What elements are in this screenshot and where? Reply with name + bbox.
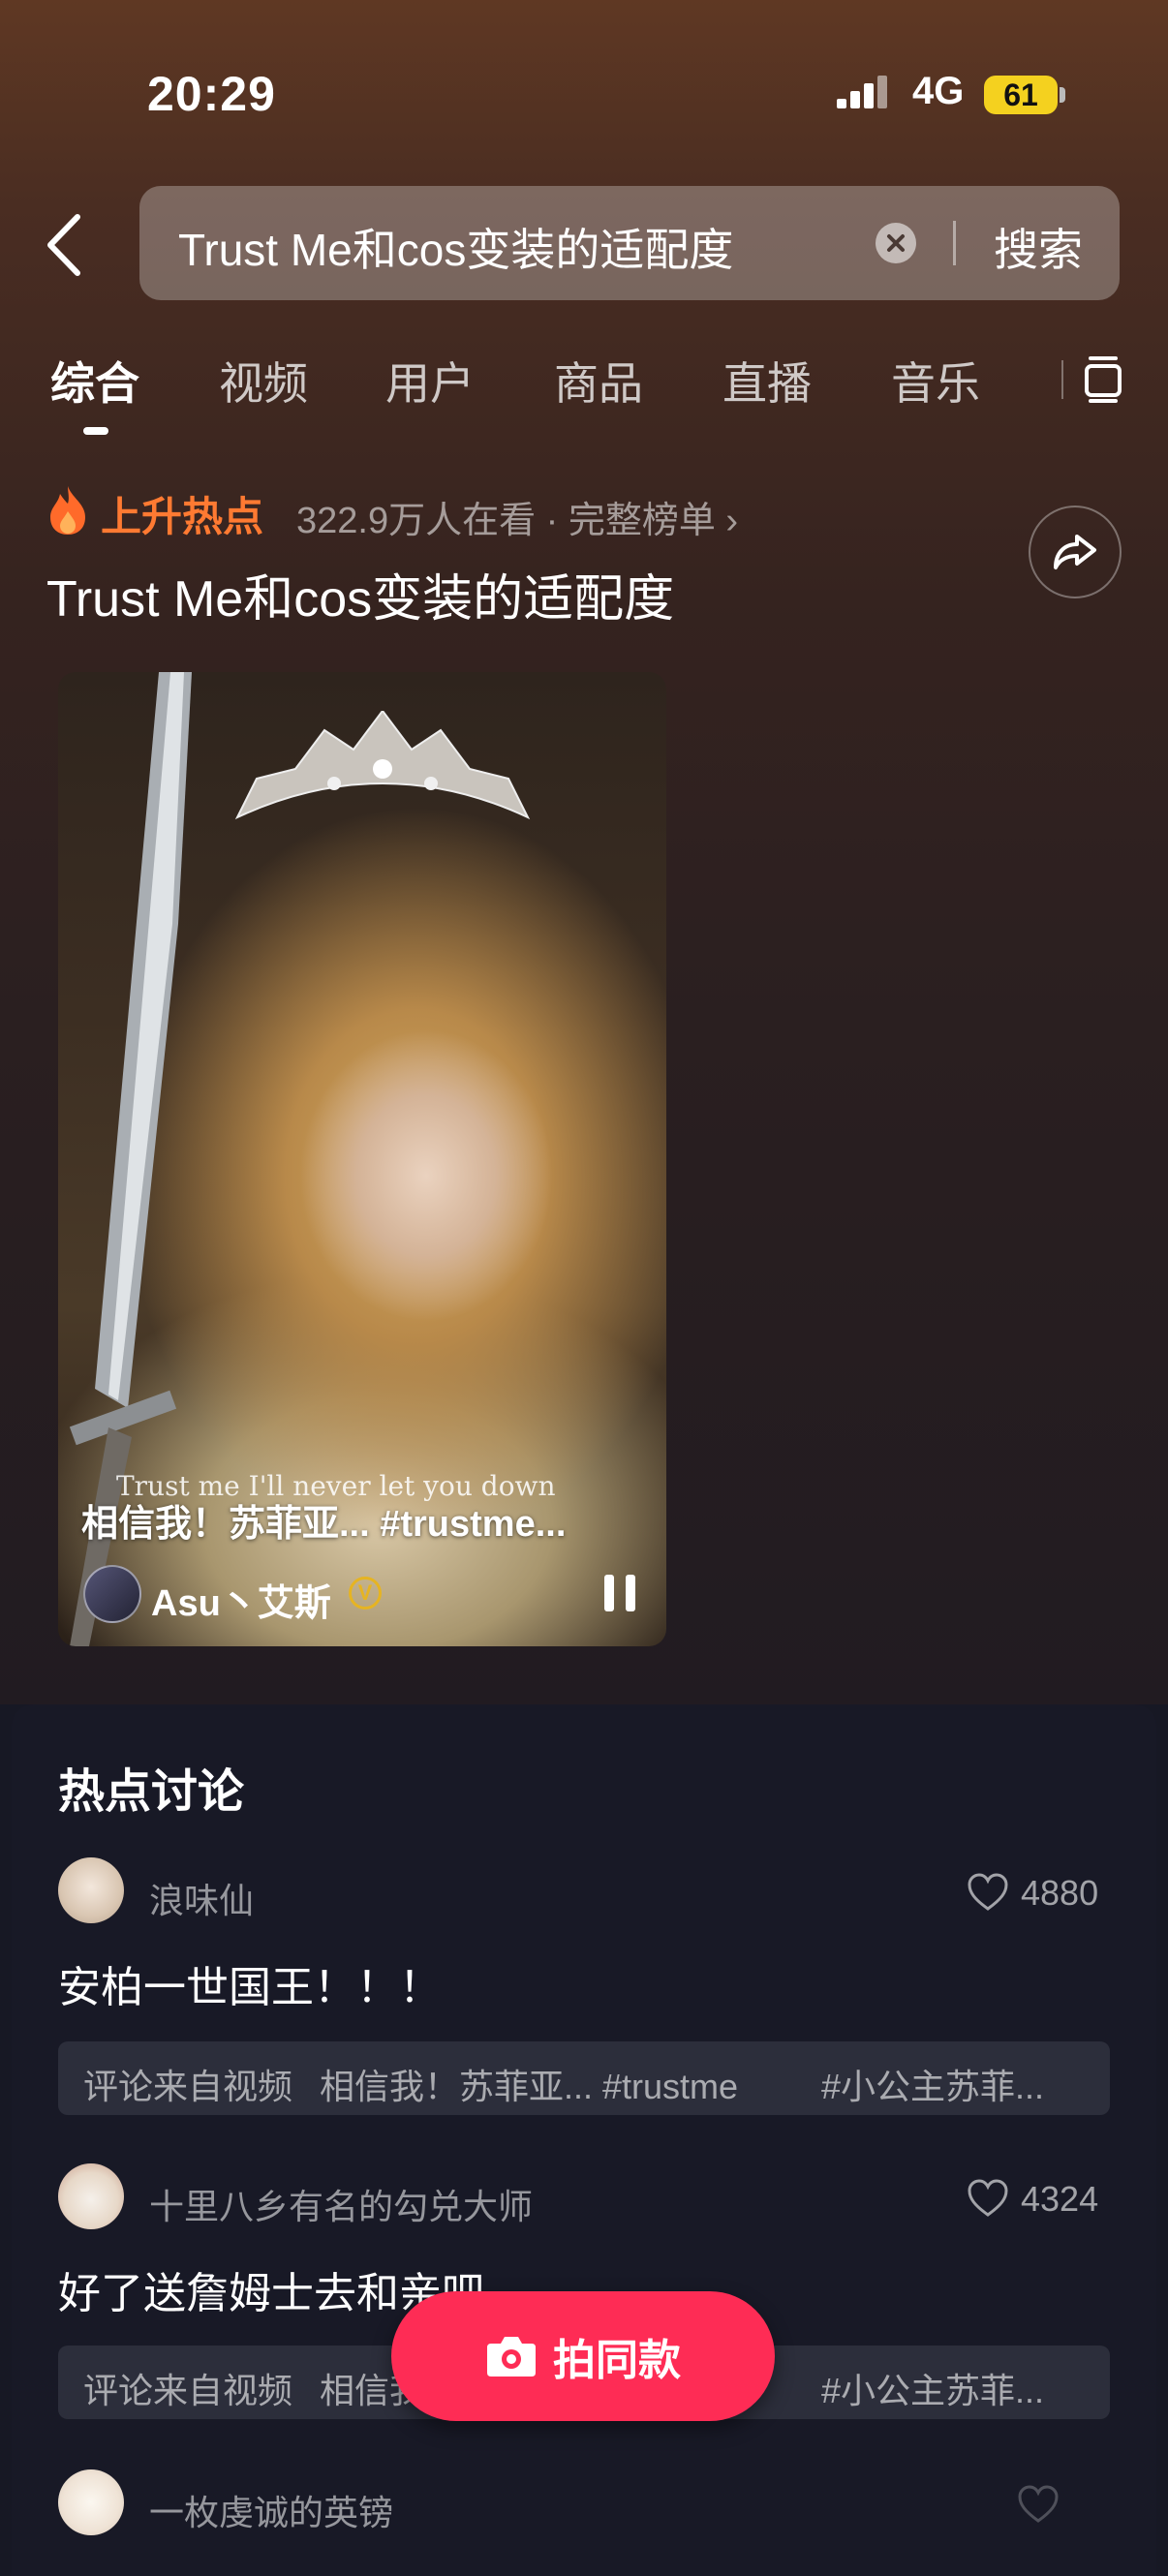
hot-topic-title: Trust Me和cos变装的适配度	[46, 571, 675, 628]
like-count: 4880	[1021, 1873, 1099, 1913]
avatar[interactable]	[58, 2469, 124, 2535]
tab-music[interactable]: 音乐	[891, 349, 980, 413]
signal-icon	[837, 76, 887, 108]
heart-icon[interactable]	[967, 2179, 1009, 2218]
tab-live[interactable]: 直播	[722, 349, 812, 413]
comment-text: 安柏一世国王！！！	[58, 1964, 442, 2011]
source-prefix: 评论来自视频	[83, 2067, 293, 2106]
comment-username[interactable]: 十里八乡有名的勾兑大师	[149, 2179, 533, 2229]
share-icon	[1054, 535, 1096, 569]
battery-level: 61	[1003, 77, 1038, 112]
share-button[interactable]	[1029, 506, 1122, 598]
comment-username[interactable]: 浪味仙	[149, 1873, 254, 1923]
video-card[interactable]: Trust me I'll never let you down 相信我！苏菲亚…	[58, 672, 666, 1646]
discussion-panel	[12, 1704, 1156, 2576]
source-prefix: 评论来自视频	[83, 2371, 293, 2410]
search-bar[interactable]: Trust Me和cos变装的适配度 搜索	[139, 186, 1120, 300]
tab-separator	[1061, 360, 1063, 399]
tab-indicator	[83, 427, 108, 435]
source-tag: #小公主苏菲...	[821, 2067, 1045, 2106]
hot-topic-watchers[interactable]: 322.9万人在看 · 完整榜单 ›	[296, 490, 738, 543]
search-divider	[953, 221, 956, 265]
shoot-same-label: 拍同款	[553, 2337, 681, 2384]
flame-icon	[50, 486, 85, 535]
heart-icon[interactable]	[1017, 2485, 1060, 2524]
heart-icon[interactable]	[967, 1873, 1009, 1912]
clear-icon[interactable]	[876, 223, 916, 263]
tab-videos[interactable]: 视频	[219, 349, 308, 413]
tab-comprehensive[interactable]: 综合	[50, 349, 139, 413]
source-video: 相信我！苏菲亚... #trustme	[320, 2067, 739, 2106]
avatar[interactable]	[83, 1565, 141, 1623]
search-input[interactable]: Trust Me和cos变装的适配度	[178, 215, 733, 279]
search-button[interactable]: 搜索	[994, 215, 1083, 279]
network-type: 4G	[912, 70, 965, 112]
comment-source-link[interactable]: 评论来自视频 相信我！苏菲亚... #trustme #小公主苏菲...	[58, 2041, 1110, 2115]
pause-icon[interactable]	[600, 1573, 639, 1613]
source-tag: #小公主苏菲...	[821, 2371, 1045, 2410]
battery-icon: 61	[984, 76, 1058, 114]
video-caption: 相信我！苏菲亚... #trustme...	[81, 1504, 567, 1545]
verified-badge-icon: V	[349, 1577, 382, 1610]
shoot-same-button[interactable]: 拍同款	[391, 2291, 775, 2421]
like-count: 4324	[1021, 2179, 1099, 2219]
close-icon	[887, 234, 905, 252]
tab-products[interactable]: 商品	[554, 349, 643, 413]
tab-users[interactable]: 用户	[385, 349, 475, 413]
camera-icon	[487, 2337, 536, 2377]
comment-username[interactable]: 一枚虔诚的英镑	[149, 2485, 393, 2535]
battery-tip	[1060, 87, 1065, 103]
status-time: 20:29	[147, 67, 276, 121]
back-arrow-icon[interactable]	[43, 211, 85, 279]
filter-icon[interactable]	[1083, 354, 1123, 405]
discussion-title: 热点讨论	[58, 1766, 245, 1818]
tiara-graphic	[234, 711, 531, 820]
avatar[interactable]	[58, 2163, 124, 2229]
author-name[interactable]: Asu丶艾斯	[151, 1573, 331, 1626]
hot-topic-label: 上升热点	[101, 494, 264, 539]
avatar[interactable]	[58, 1857, 124, 1923]
